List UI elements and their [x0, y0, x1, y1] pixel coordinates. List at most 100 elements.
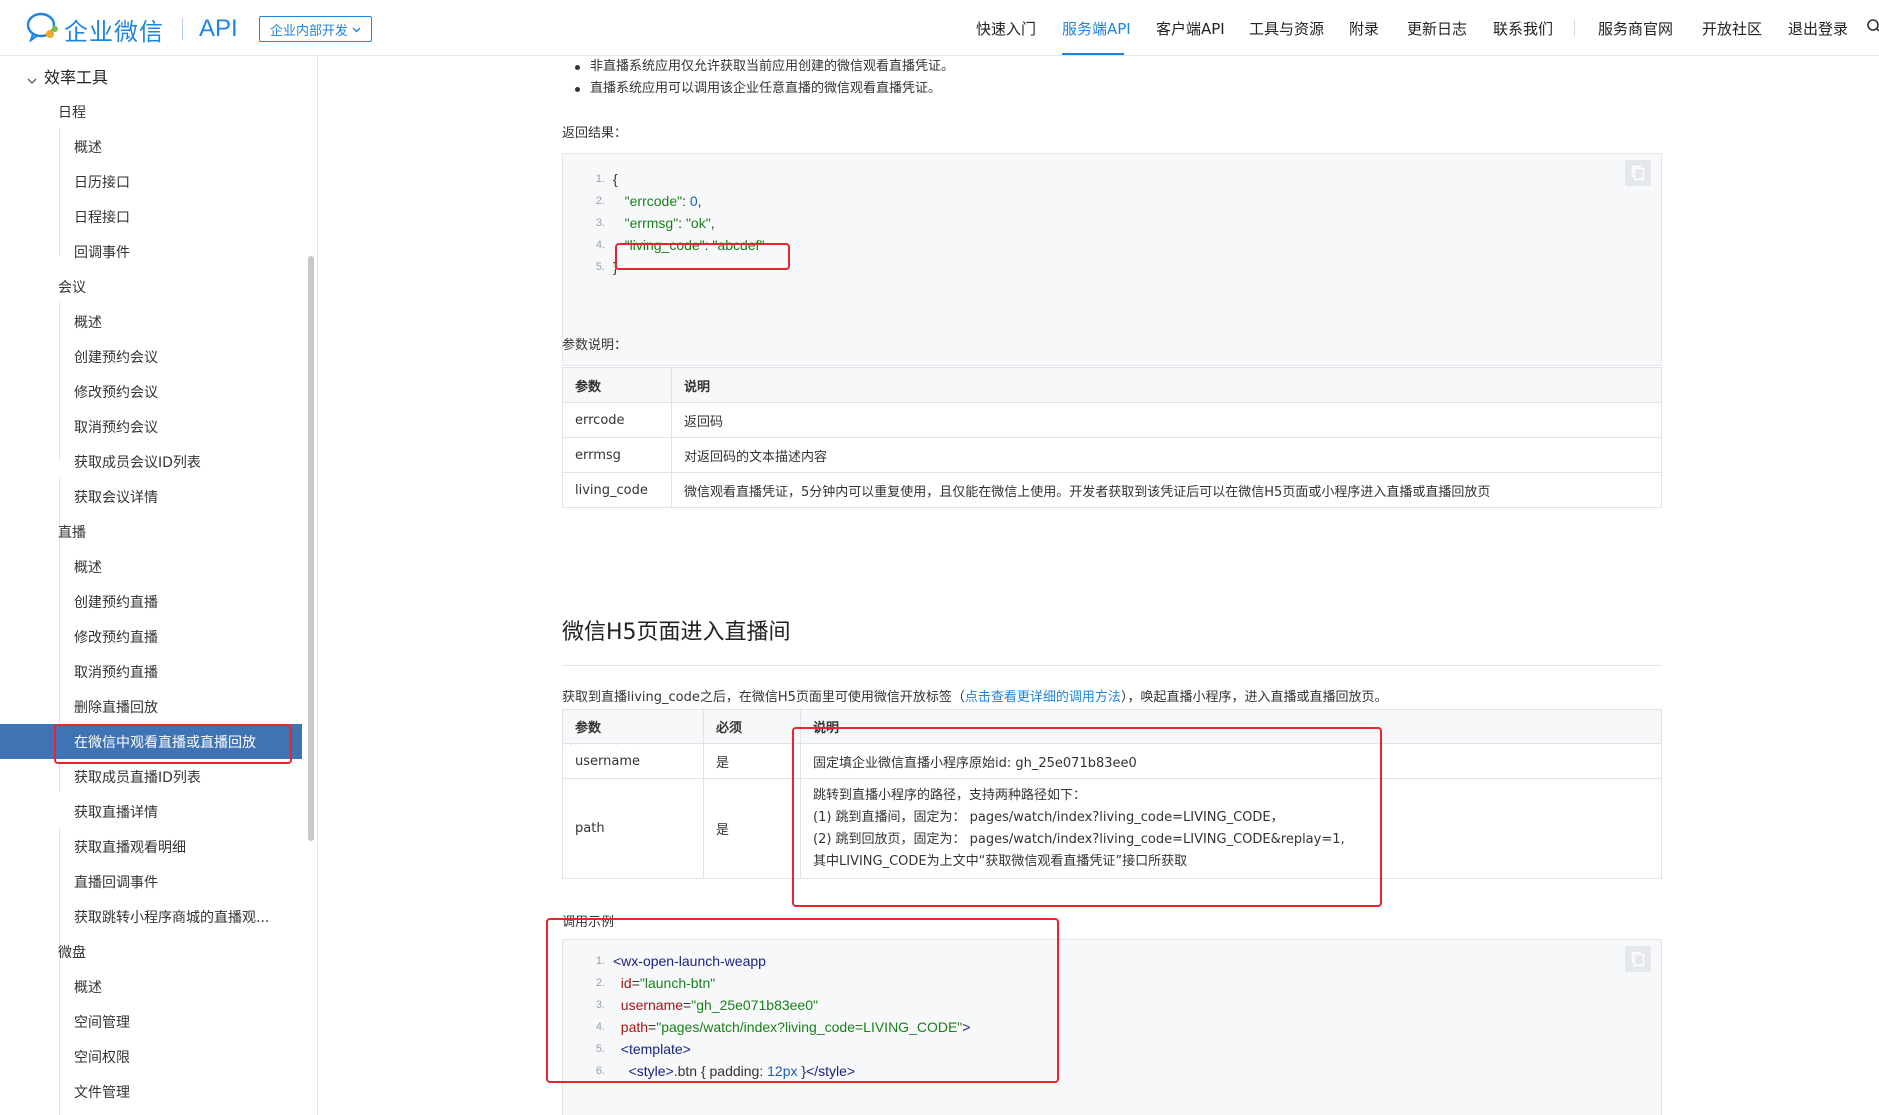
table-header-cell: 说明 [671, 367, 1662, 403]
return-code-block: 1.{2. "errcode": 0, 3. "errmsg": "ok", 4. … [562, 153, 1662, 366]
main-content: 非直播系统应用仅允许获取当前应用创建的微信观看直播凭证。 直播系统应用可以调用该… [319, 56, 1879, 1115]
sidebar-item-file-management[interactable]: 文件管理 [74, 1082, 130, 1102]
param-table: 参数 说明 errcode 返回码 errmsg 对返回码的文本描述内容 liv… [562, 367, 1662, 508]
table-row: living_code 微信观看直播凭证，5分钟内可以重复使用，且仅能在微信上使… [562, 472, 1662, 508]
intro-text: 获取到直播living_code之后，在微信H5页面里可使用微信开放标签（ [562, 690, 965, 705]
table-header-cell: 参数 [562, 367, 672, 403]
sidebar-item-calendar-api[interactable]: 日历接口 [74, 172, 130, 192]
table-cell-param: username [562, 743, 704, 779]
sidebar-item-overview[interactable]: 概述 [74, 137, 102, 157]
sidebar-item-cancel-meeting[interactable]: 取消预约会议 [74, 417, 158, 437]
table-cell-desc: 对返回码的文本描述内容 [671, 437, 1662, 473]
sidebar-group-meeting[interactable]: 会议 [58, 277, 86, 297]
sidebar-group-live[interactable]: 直播 [58, 522, 86, 542]
brand-logo[interactable]: 企业微信 API [26, 12, 238, 46]
wecom-chat-logo-icon [26, 12, 60, 46]
list-item: 直播系统应用可以调用该企业任意直播的微信观看直播凭证。 [572, 78, 954, 100]
sidebar-item-space-permission[interactable]: 空间权限 [74, 1047, 130, 1067]
logo-text: 企业微信 [64, 17, 164, 46]
nav-contact[interactable]: 联系我们 [1493, 18, 1553, 39]
sidebar-item-overview[interactable]: 概述 [74, 977, 102, 997]
desc-line: (2) 跳到回放页，固定为： pages/watch/index?living_… [813, 831, 1345, 847]
nav-changelog[interactable]: 更新日志 [1407, 18, 1467, 39]
sidebar-item-modify-meeting[interactable]: 修改预约会议 [74, 382, 158, 402]
nav-logout[interactable]: 退出登录 [1788, 18, 1848, 39]
table-cell-required: 是 [703, 778, 801, 879]
table-cell-desc: 返回码 [671, 402, 1662, 438]
section-title: 微信H5页面进入直播间 [562, 620, 791, 645]
chevron-down-icon[interactable] [27, 70, 37, 89]
tree-guide-line [59, 828, 60, 1115]
nav-server-api[interactable]: 服务端API [1062, 18, 1131, 39]
sidebar-item-watch-live-in-wechat[interactable]: 在微信中观看直播或直播回放 [0, 724, 302, 759]
sidebar-item-create-meeting[interactable]: 创建预约会议 [74, 347, 158, 367]
nav-divider [1574, 20, 1575, 36]
return-result-label: 返回结果： [562, 126, 628, 141]
search-icon[interactable] [1866, 18, 1879, 38]
example-code-block: 1. <wx-open-launch-weapp 2. id="launch-btn… [562, 939, 1662, 1115]
example-label: 调用示例 [562, 915, 615, 930]
nav-community[interactable]: 开放社区 [1702, 18, 1762, 39]
sidebar-nav: 效率工具 日程 概述 日历接口 日程接口 回调事件 会议 概述 创建预约会议 修… [0, 56, 318, 1115]
sidebar-scrollbar[interactable] [308, 256, 314, 841]
sidebar-item-live-mall-jump[interactable]: 获取跳转小程序商城的直播观... [74, 907, 269, 927]
list-item: 非直播系统应用仅允许获取当前应用创建的微信观看直播凭证。 [572, 56, 954, 78]
table-row: errmsg 对返回码的文本描述内容 [562, 437, 1662, 473]
sidebar-root-efficiency-tools[interactable]: 效率工具 [44, 64, 108, 88]
tree-guide-line [59, 128, 60, 256]
table-cell-param: living_code [562, 472, 672, 508]
sidebar-item-live-id-list[interactable]: 获取成员直播ID列表 [74, 767, 201, 787]
table-header-cell: 必须 [703, 709, 801, 744]
table-row: username 是 固定填企业微信直播小程序原始id: gh_25e071b8… [562, 743, 1662, 779]
code-text: <style>.btn { padding: 12px }</style> [613, 1063, 856, 1079]
nav-tools[interactable]: 工具与资源 [1249, 18, 1324, 39]
table-row: errcode 返回码 [562, 402, 1662, 438]
sidebar-item-callback-events[interactable]: 回调事件 [74, 242, 130, 262]
sidebar-item-delete-replay[interactable]: 删除直播回放 [74, 697, 158, 717]
detailed-usage-link[interactable]: 点击查看更详细的调用方法 [965, 690, 1121, 705]
nav-quickstart[interactable]: 快速入门 [976, 18, 1036, 39]
sidebar-item-modify-live[interactable]: 修改预约直播 [74, 627, 158, 647]
tree-guide-line [59, 302, 60, 460]
sidebar-item-cancel-live[interactable]: 取消预约直播 [74, 662, 158, 682]
nav-client-api[interactable]: 客户端API [1156, 18, 1225, 39]
sidebar-item-overview[interactable]: 概述 [74, 312, 102, 332]
code-text: "living_code": "abcdef" [613, 237, 765, 253]
line-number: 5. [595, 261, 605, 273]
table-header-row: 参数 说明 [562, 367, 1662, 403]
sidebar-item-meeting-id-list[interactable]: 获取成员会议ID列表 [74, 452, 201, 472]
sidebar-item-overview[interactable]: 概述 [74, 557, 102, 577]
table-cell-desc: 微信观看直播凭证，5分钟内可以重复使用，且仅能在微信上使用。开发者获取到该凭证后… [671, 472, 1662, 508]
logo-api-text: API [199, 15, 238, 42]
nav-provider-site[interactable]: 服务商官网 [1598, 18, 1673, 39]
intro-paragraph: 获取到直播living_code之后，在微信H5页面里可使用微信开放标签（点击查… [562, 686, 1387, 705]
copy-icon[interactable] [1625, 160, 1651, 186]
sidebar-item-live-detail[interactable]: 获取直播详情 [74, 802, 158, 822]
table-row: path 是 跳转到直播小程序的路径，支持两种路径如下： (1) 跳到直播间，固… [562, 778, 1662, 879]
sidebar-group-schedule[interactable]: 日程 [58, 102, 86, 122]
scope-label: 企业内部开发 [270, 23, 349, 39]
chevron-down-icon [352, 22, 361, 37]
scope-dropdown[interactable]: 企业内部开发 [259, 16, 373, 42]
sidebar-group-drive[interactable]: 微盘 [58, 942, 86, 962]
intro-text: ），唤起直播小程序，进入直播或直播回放页。 [1120, 690, 1388, 705]
active-nav-indicator [1062, 53, 1124, 55]
sidebar-item-create-live[interactable]: 创建预约直播 [74, 592, 158, 612]
copy-icon[interactable] [1625, 946, 1651, 972]
table-cell-desc: 跳转到直播小程序的路径，支持两种路径如下： (1) 跳到直播间，固定为： pag… [800, 778, 1662, 879]
desc-line: (1) 跳到直播间，固定为： pages/watch/index?living_… [813, 809, 1284, 825]
desc-line: 跳转到直播小程序的路径，支持两种路径如下： [813, 787, 1087, 803]
desc-line: 其中LIVING_CODE为上文中“获取微信观看直播凭证”接口所获取 [813, 853, 1188, 869]
nav-appendix[interactable]: 附录 [1349, 18, 1379, 39]
code-text: } [613, 259, 618, 275]
table-cell-param: errcode [562, 402, 672, 438]
sidebar-item-schedule-api[interactable]: 日程接口 [74, 207, 130, 227]
permission-bullet-list: 非直播系统应用仅允许获取当前应用创建的微信观看直播凭证。 直播系统应用可以调用该… [572, 56, 954, 100]
sidebar-item-live-watch-stats[interactable]: 获取直播观看明细 [74, 837, 186, 857]
logo-divider [182, 18, 183, 40]
sidebar-item-space-management[interactable]: 空间管理 [74, 1012, 130, 1032]
top-navigation-bar: 企业微信 API 企业内部开发 快速入门 服务端API 客户端API 工具与资源… [0, 0, 1879, 56]
sidebar-item-live-callback[interactable]: 直播回调事件 [74, 872, 158, 892]
sidebar-item-meeting-detail[interactable]: 获取会议详情 [74, 487, 158, 507]
line-number: 6. [595, 1065, 605, 1077]
